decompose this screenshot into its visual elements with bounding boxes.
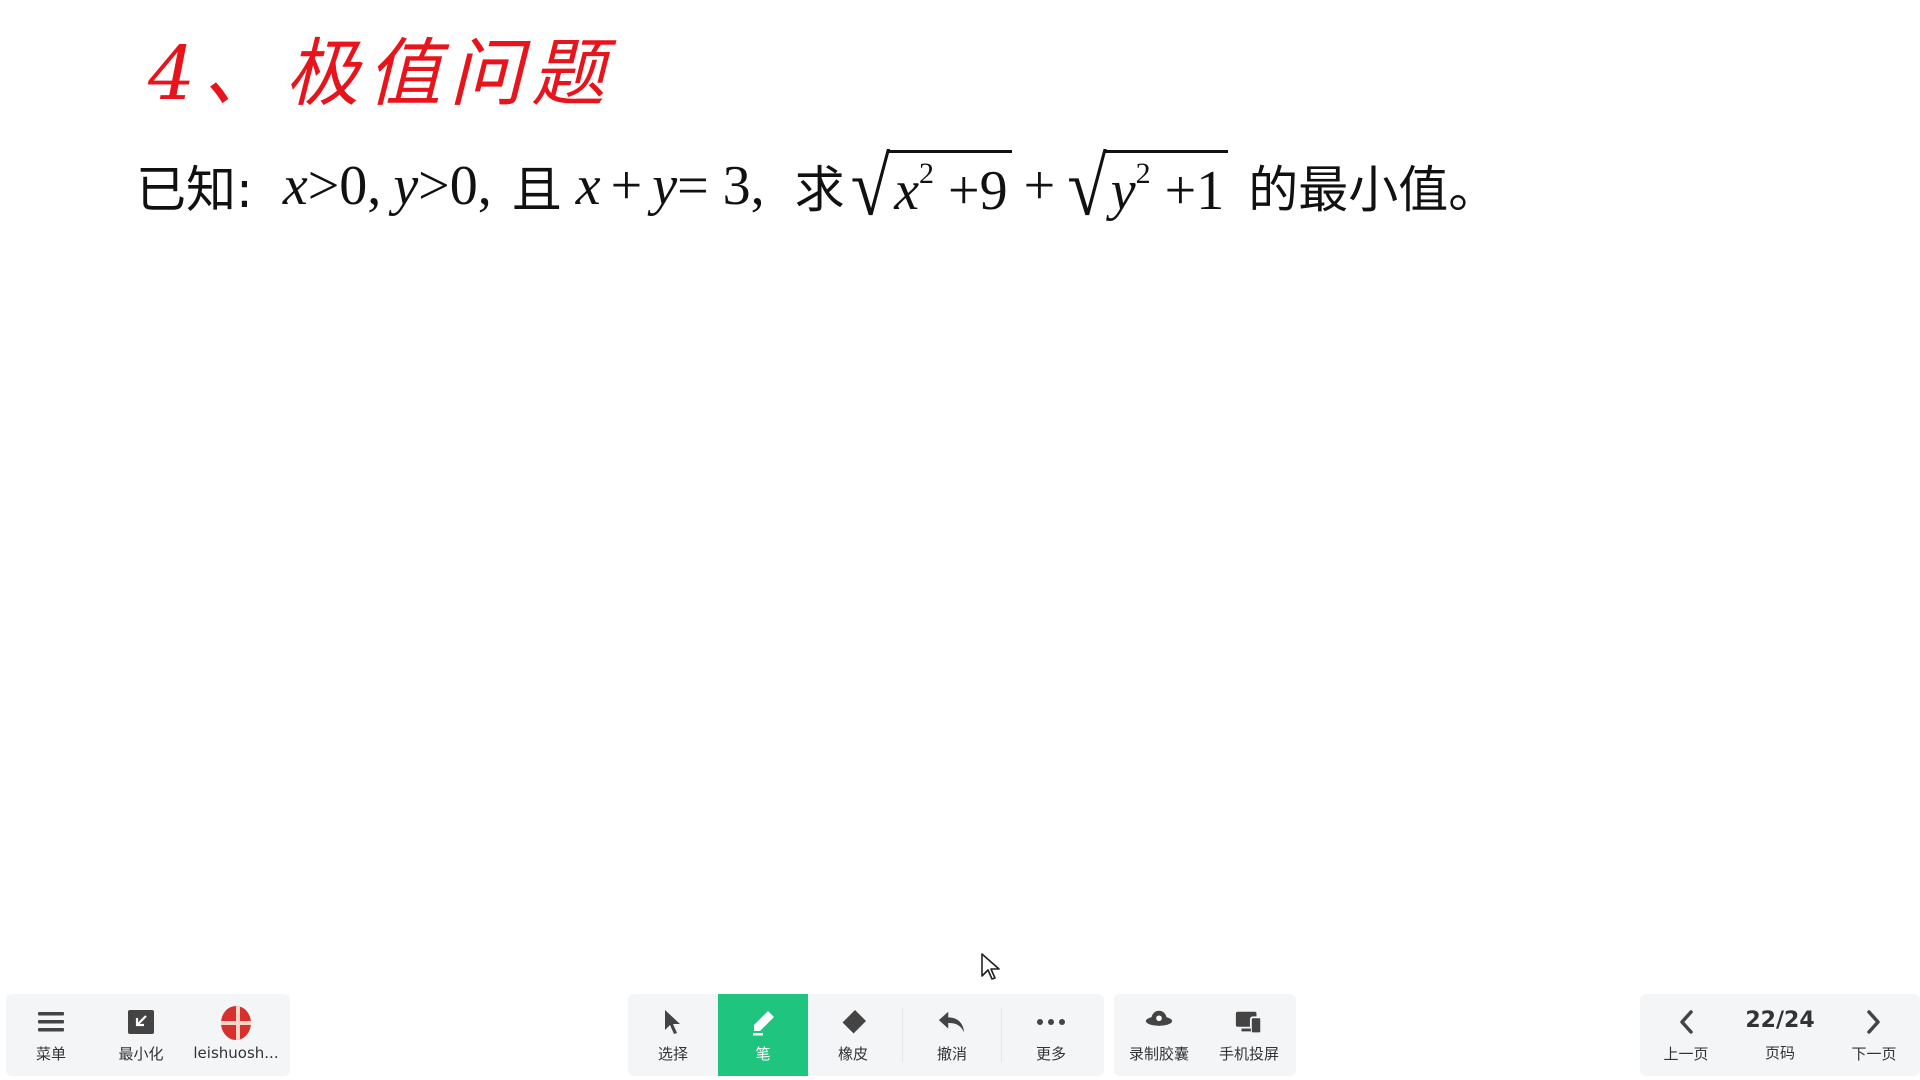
user-account-button[interactable]: leishuosh... — [186, 994, 286, 1076]
sqrt2-exp: 2 — [1135, 157, 1151, 190]
undo-label: 撤消 — [936, 1044, 967, 1063]
phone-cast-icon — [1234, 1007, 1264, 1037]
record-label: 录制胶囊 — [1128, 1044, 1189, 1063]
next-page-button[interactable]: 下一页 — [1828, 994, 1920, 1076]
undo-button[interactable]: 撤消 — [907, 994, 997, 1076]
cond2-var: y — [393, 155, 419, 218]
eraser-label: 橡皮 — [837, 1044, 868, 1063]
slide-title: 4、极值问题 — [148, 31, 614, 117]
sqrt2-var: y — [1110, 160, 1136, 222]
record-capsule-button[interactable]: 录制胶囊 — [1114, 994, 1204, 1076]
minimize-icon — [126, 1007, 156, 1037]
problem-statement: 已知: x >0, y >0, 且 x + y = 3, 求 √ x2 +9 +… — [136, 145, 1499, 228]
menu-button[interactable]: 菜单 — [6, 994, 96, 1076]
sum-plus: + — [610, 155, 643, 218]
select-tool-button[interactable]: 选择 — [628, 994, 718, 1076]
pen-icon — [748, 1007, 778, 1037]
sum-y: y — [652, 155, 678, 218]
cond1-var: x — [282, 155, 308, 218]
sqrt1-exp: 2 — [919, 157, 935, 190]
phone-cast-button[interactable]: 手机投屏 — [1204, 994, 1294, 1076]
toolbar-right: 上一页 22/24 页码 下一页 — [1640, 994, 1920, 1076]
chevron-left-icon — [1671, 1007, 1701, 1037]
radical-sign-icon: √ — [850, 140, 891, 233]
whiteboard-canvas[interactable]: 4、极值问题 已知: x >0, y >0, 且 x + y = 3, 求 √ … — [0, 0, 1920, 990]
more-button[interactable]: 更多 — [1006, 994, 1096, 1076]
select-label: 选择 — [657, 1044, 688, 1063]
pointer-icon — [658, 1007, 688, 1037]
username-label: leishuosh... — [193, 1044, 279, 1062]
problem-prefix: 已知: — [136, 161, 253, 220]
toolbar-center-right: 录制胶囊 手机投屏 — [1114, 994, 1296, 1076]
toolbar-center: 选择 笔 橡皮 撤消 更多 — [628, 994, 1104, 1076]
pen-label: 笔 — [755, 1044, 771, 1063]
page-label: 页码 — [1764, 1043, 1795, 1062]
avatar — [221, 1006, 251, 1040]
minimize-label: 最小化 — [118, 1044, 164, 1063]
avatar-wrap — [221, 1006, 251, 1040]
page-number: 22/24 — [1745, 1007, 1815, 1033]
sqrt2-tail: +1 — [1150, 160, 1225, 222]
mid-plus: + — [1023, 155, 1056, 218]
sqrt-term-2: √ y2 +1 — [1067, 145, 1229, 228]
problem-suffix: 的最小值。 — [1248, 161, 1499, 220]
minimize-button[interactable]: 最小化 — [96, 994, 186, 1076]
toolbar-divider — [1001, 1008, 1002, 1062]
prev-page-button[interactable]: 上一页 — [1640, 994, 1732, 1076]
eraser-tool-button[interactable]: 橡皮 — [808, 994, 898, 1076]
menu-label: 菜单 — [35, 1044, 66, 1063]
mouse-cursor-icon — [981, 953, 1000, 980]
cond1-rest: >0, — [307, 155, 382, 218]
toolbar-left: 菜单 最小化 leishuosh... — [6, 994, 290, 1076]
sum-x: x — [575, 155, 601, 218]
sqrt1-var: x — [894, 160, 920, 222]
menu-icon — [36, 1007, 66, 1037]
eraser-icon — [838, 1007, 868, 1037]
record-icon — [1144, 1007, 1174, 1037]
radical-sign-icon: √ — [1067, 140, 1107, 233]
next-page-label: 下一页 — [1851, 1044, 1897, 1063]
sum-eq: = 3, — [677, 155, 765, 218]
ask-text: 求 — [794, 161, 845, 220]
phone-cast-label: 手机投屏 — [1218, 1044, 1279, 1063]
more-icon — [1036, 1007, 1066, 1037]
sqrt-term-1: √ x2 +9 — [851, 145, 1012, 228]
cond2-rest: >0, — [418, 155, 492, 218]
page-indicator-button[interactable]: 22/24 页码 — [1732, 994, 1828, 1076]
undo-icon — [937, 1007, 967, 1037]
chevron-right-icon — [1859, 1007, 1889, 1037]
conj-text: 且 — [511, 161, 562, 220]
toolbar-divider — [902, 1008, 903, 1062]
sqrt1-tail: +9 — [934, 160, 1008, 222]
more-label: 更多 — [1035, 1044, 1066, 1063]
prev-page-label: 上一页 — [1663, 1044, 1709, 1063]
pen-tool-button[interactable]: 笔 — [718, 994, 808, 1076]
